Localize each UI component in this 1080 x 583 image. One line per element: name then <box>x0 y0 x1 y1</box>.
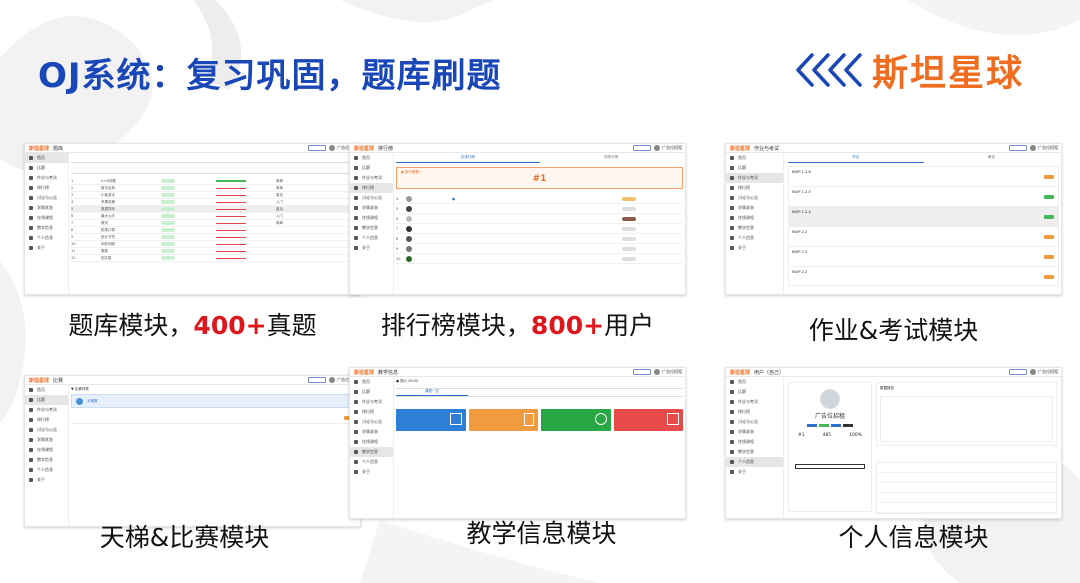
logo-text: 斯坦星球 <box>872 53 1025 94</box>
caption-homework-exam: 作业&考试模块 <box>808 316 979 345</box>
slide-title: OJ系统：复习巩固，题库刷题 <box>38 56 502 96</box>
screenshot-contest: 斯坦星球 比赛 广告位招租 首页 比赛 作业与考试 排行榜 讨论与公告 学情状态 在… <box>24 375 361 527</box>
caption-leaderboard: 排行榜模块，800+用户 <box>380 311 655 340</box>
caption-question-bank: 题库模块，400+真题 <box>68 311 317 340</box>
screenshot-question-bank: 斯坦星球 题库 广告位招租 首页 比赛 作业与考试 排行榜 讨论与公告 学情状态 在… <box>24 143 361 295</box>
caption-profile: 个人信息模块 <box>838 523 989 552</box>
chevrons-icon <box>796 53 862 87</box>
screenshot-profile: 斯坦星球 用户（自己） 广告位招租 首页 比赛 作业与考试 排行榜 讨论与公告 学情… <box>725 367 1062 519</box>
caption-contest: 天梯&比赛模块 <box>99 523 270 552</box>
caption-teaching-info: 教学信息模块 <box>466 519 617 548</box>
screenshot-teaching-info: 斯坦星球 教学信息 广告位招租 首页 比赛 作业与考试 排行榜 讨论与公告 学情状态… <box>349 367 686 519</box>
screenshot-leaderboard: 斯坦星球 排行榜 广告位招租 首页 比赛 作业与考试 排行榜 讨论与公告 学情状态 … <box>349 143 686 295</box>
brand-logo: 斯坦星球 <box>790 42 1050 98</box>
profile-name: 广告位招租 <box>814 413 845 420</box>
screenshot-homework-exam: 斯坦星球 作业与考试 广告位招租 首页 比赛 作业与考试 排行榜 讨论与公告 学情状… <box>725 143 1062 295</box>
rank-number: #1 <box>532 174 547 184</box>
